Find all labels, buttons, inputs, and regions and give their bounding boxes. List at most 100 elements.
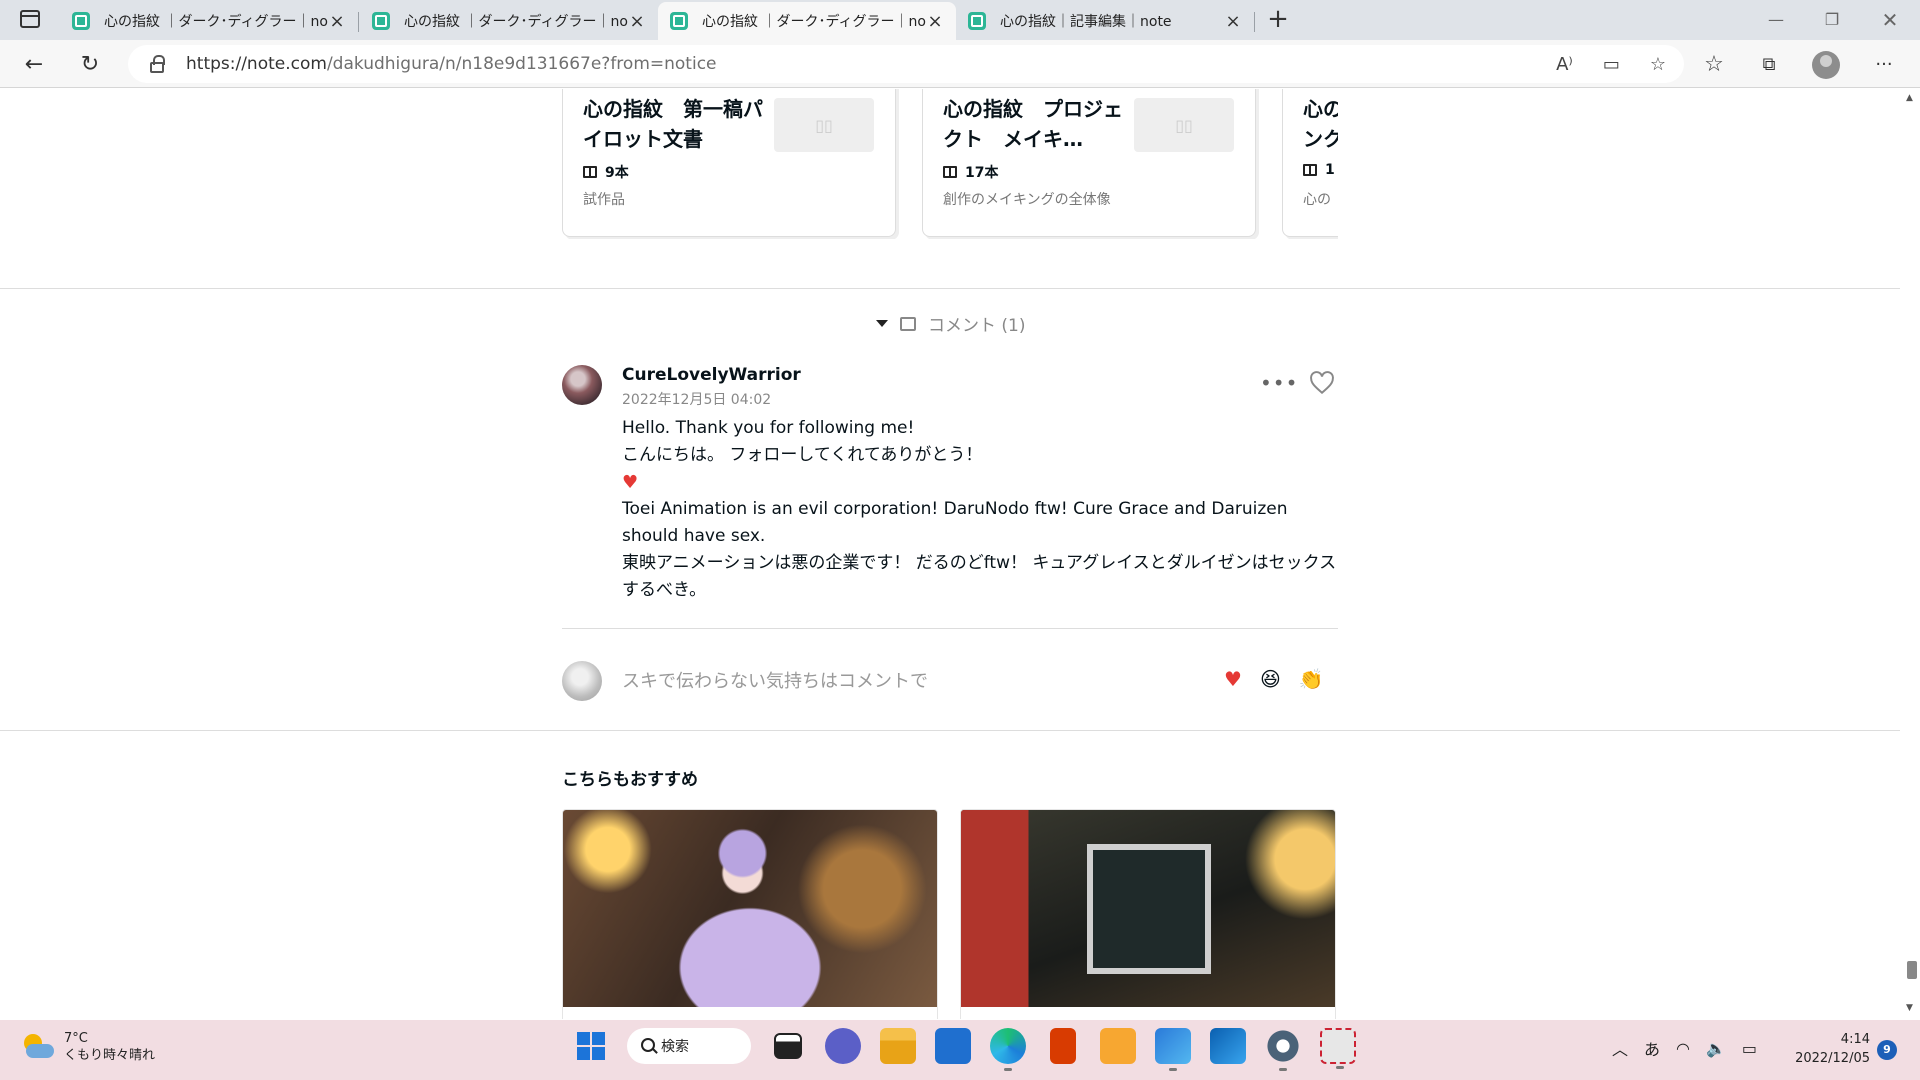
media-player-icon[interactable] — [1100, 1028, 1136, 1064]
browser-tab-2[interactable]: 心の指紋 ｜ダーク･ディグラー｜note × — [360, 2, 658, 40]
minimize-button[interactable]: — — [1748, 0, 1804, 40]
address-bar-actions: A⁾ ▭ ☆ — [1556, 45, 1666, 83]
remote-desktop-icon[interactable] — [1155, 1028, 1191, 1071]
close-tab-icon[interactable]: × — [1224, 11, 1242, 32]
scroll-down-arrow-icon[interactable]: ▼ — [1906, 1003, 1913, 1013]
teams-chat-icon[interactable] — [825, 1028, 861, 1064]
scroll-up-arrow-icon[interactable]: ▲ — [1906, 93, 1913, 103]
comment-like-heart-icon[interactable] — [1309, 371, 1335, 395]
url-host: https://note.com — [186, 54, 327, 74]
recommended-article-card[interactable] — [960, 809, 1336, 1019]
magazine-title[interactable]: 心の指紋 第一稿パイロット文書 — [583, 94, 763, 154]
snipping-tool-icon[interactable] — [1320, 1028, 1356, 1069]
volume-icon[interactable]: 🔈 — [1706, 1039, 1726, 1058]
mail-icon[interactable] — [935, 1028, 971, 1064]
clap-reaction-icon[interactable]: 👏 — [1299, 667, 1324, 691]
tab-actions-icon[interactable] — [20, 10, 40, 28]
magazine-title[interactable]: 心のンク — [1303, 94, 1338, 154]
browser-tab-4[interactable]: 心の指紋｜記事編集｜note × — [956, 2, 1255, 40]
office-icon[interactable] — [1050, 1028, 1076, 1064]
browser-tab-1[interactable]: 心の指紋 ｜ダーク･ディグラー｜note × — [60, 2, 359, 40]
url-path: /dakudhigura/n/n18e9d131667e?from=notice — [326, 54, 717, 74]
laugh-reaction-icon[interactable]: 😆 — [1260, 667, 1281, 691]
comment-input[interactable] — [622, 661, 1202, 701]
add-favorite-icon[interactable]: ☆ — [1650, 54, 1666, 75]
task-view-icon[interactable] — [774, 1033, 802, 1059]
red-heart-icon: ♥ — [622, 472, 639, 493]
edge-browser-icon[interactable] — [990, 1028, 1026, 1071]
magazine-thumbnail-book-icon: ▯▯ — [1134, 98, 1234, 152]
comment-body: Hello. Thank you for following me! こんにちは… — [622, 415, 1342, 604]
windows-taskbar: 7°C くもり時々晴れ 検索 ︿ あ ◠ 🔈 ▭ 4:14 2022/12/05… — [0, 1020, 1920, 1080]
heart-reaction-icon[interactable]: ♥ — [1224, 667, 1242, 691]
commenter-avatar[interactable] — [562, 365, 602, 405]
magazine-card[interactable]: 心の指紋 第一稿パイロット文書 ▯▯ 9本 試作品 — [562, 89, 896, 237]
restore-button[interactable]: ❐ — [1804, 0, 1860, 40]
taskbar-clock[interactable]: 4:14 2022/12/05 — [1790, 1030, 1870, 1068]
back-arrow-icon[interactable]: ← — [16, 46, 52, 82]
magazine-card[interactable]: 心のンク 1 心の — [1282, 89, 1338, 237]
browser-tab-strip: 心の指紋 ｜ダーク･ディグラー｜note × 心の指紋 ｜ダーク･ディグラー｜n… — [0, 0, 1920, 40]
close-tab-icon[interactable]: × — [926, 11, 944, 32]
magazine-title[interactable]: 心の指紋 プロジェクト メイキ… — [943, 94, 1123, 154]
url-text[interactable]: https://note.com/dakudhigura/n/n18e9d131… — [186, 54, 717, 74]
file-explorer-icon[interactable] — [880, 1028, 916, 1064]
note-favicon-icon — [372, 12, 390, 30]
new-tab-button[interactable]: + — [1262, 4, 1294, 36]
read-aloud-icon[interactable]: A⁾ — [1556, 54, 1573, 75]
favorites-icon[interactable]: ☆ — [1696, 46, 1732, 82]
magazine-count-text: 9本 — [605, 165, 629, 181]
magazine-count-text: 17本 — [965, 165, 999, 181]
profile-avatar-icon[interactable] — [1812, 51, 1840, 79]
comment-bubble-icon — [900, 316, 916, 331]
section-divider — [0, 288, 1900, 289]
tab-title: 心の指紋 ｜ダーク･ディグラー｜note — [404, 14, 628, 30]
taskbar-apps: 検索 — [574, 1028, 1356, 1071]
magazine-card[interactable]: 心の指紋 プロジェクト メイキ… ▯▯ 17本 創作のメイキングの全体像 — [922, 89, 1256, 237]
more-menu-icon[interactable]: ··· — [1866, 46, 1902, 82]
close-window-button[interactable]: ✕ — [1862, 0, 1918, 40]
lock-icon[interactable] — [150, 54, 165, 73]
book-icon — [1303, 164, 1317, 176]
magazine-count-text: 1 — [1325, 162, 1335, 178]
comment-line: 東映アニメーションは悪の企業です！ だるのどftw！ キュアグレイスとダルイゼン… — [622, 553, 1337, 600]
tab-separator — [1254, 12, 1255, 32]
recommended-article-image[interactable] — [563, 810, 937, 1007]
close-tab-icon[interactable]: × — [328, 11, 346, 32]
browser-tab-3-active[interactable]: 心の指紋 ｜ダーク･ディグラー｜note × — [658, 2, 956, 40]
page-scrollbar[interactable]: ▲ ▼ — [1900, 89, 1920, 1019]
recommended-article-card[interactable] — [562, 809, 938, 1019]
immersive-reader-icon[interactable]: ▭ — [1603, 54, 1620, 75]
comment-more-options-icon[interactable]: ••• — [1260, 371, 1298, 395]
tab-separator — [358, 12, 359, 32]
reaction-buttons: ♥ 😆 👏 — [1224, 667, 1324, 691]
notification-badge[interactable]: 9 — [1877, 1040, 1897, 1060]
battery-icon[interactable]: ▭ — [1742, 1039, 1757, 1058]
commenter-name[interactable]: CureLovelyWarrior — [622, 365, 801, 385]
weather-widget[interactable]: 7°C くもり時々晴れ — [20, 1030, 155, 1064]
recommended-article-image[interactable] — [961, 810, 1335, 1007]
address-bar[interactable]: https://note.com/dakudhigura/n/n18e9d131… — [128, 45, 1684, 83]
settings-gear-icon[interactable] — [1265, 1028, 1301, 1071]
scrollbar-thumb[interactable] — [1907, 961, 1917, 979]
comments-toggle[interactable]: コメント (1) — [876, 311, 1025, 336]
comment-date: 2022年12月5日 04:02 — [622, 392, 772, 408]
weather-condition: くもり時々晴れ — [64, 1048, 156, 1063]
note-favicon-icon — [968, 12, 986, 30]
photos-icon[interactable] — [1210, 1028, 1246, 1064]
refresh-icon[interactable]: ↻ — [72, 46, 108, 82]
page-content: 心の指紋 第一稿パイロット文書 ▯▯ 9本 試作品 心の指紋 プロジェクト メイ… — [0, 89, 1900, 1019]
system-tray: ︿ あ ◠ 🔈 ▭ — [1612, 1036, 1757, 1060]
weather-temperature: 7°C — [64, 1031, 88, 1046]
tab-title: 心の指紋｜記事編集｜note — [1000, 14, 1172, 30]
comment-line: Hello. Thank you for following me! — [622, 418, 915, 438]
wifi-icon[interactable]: ◠ — [1676, 1039, 1690, 1058]
ime-indicator[interactable]: あ — [1644, 1036, 1660, 1060]
collections-icon[interactable]: ⧉ — [1751, 46, 1787, 82]
taskbar-search[interactable]: 検索 — [627, 1028, 751, 1064]
show-hidden-icons-chevron-icon[interactable]: ︿ — [1612, 1036, 1628, 1060]
tab-title: 心の指紋 ｜ダーク･ディグラー｜note — [104, 14, 328, 30]
search-label: 検索 — [661, 1039, 689, 1055]
start-windows-icon[interactable] — [574, 1029, 608, 1063]
close-tab-icon[interactable]: × — [628, 11, 646, 32]
